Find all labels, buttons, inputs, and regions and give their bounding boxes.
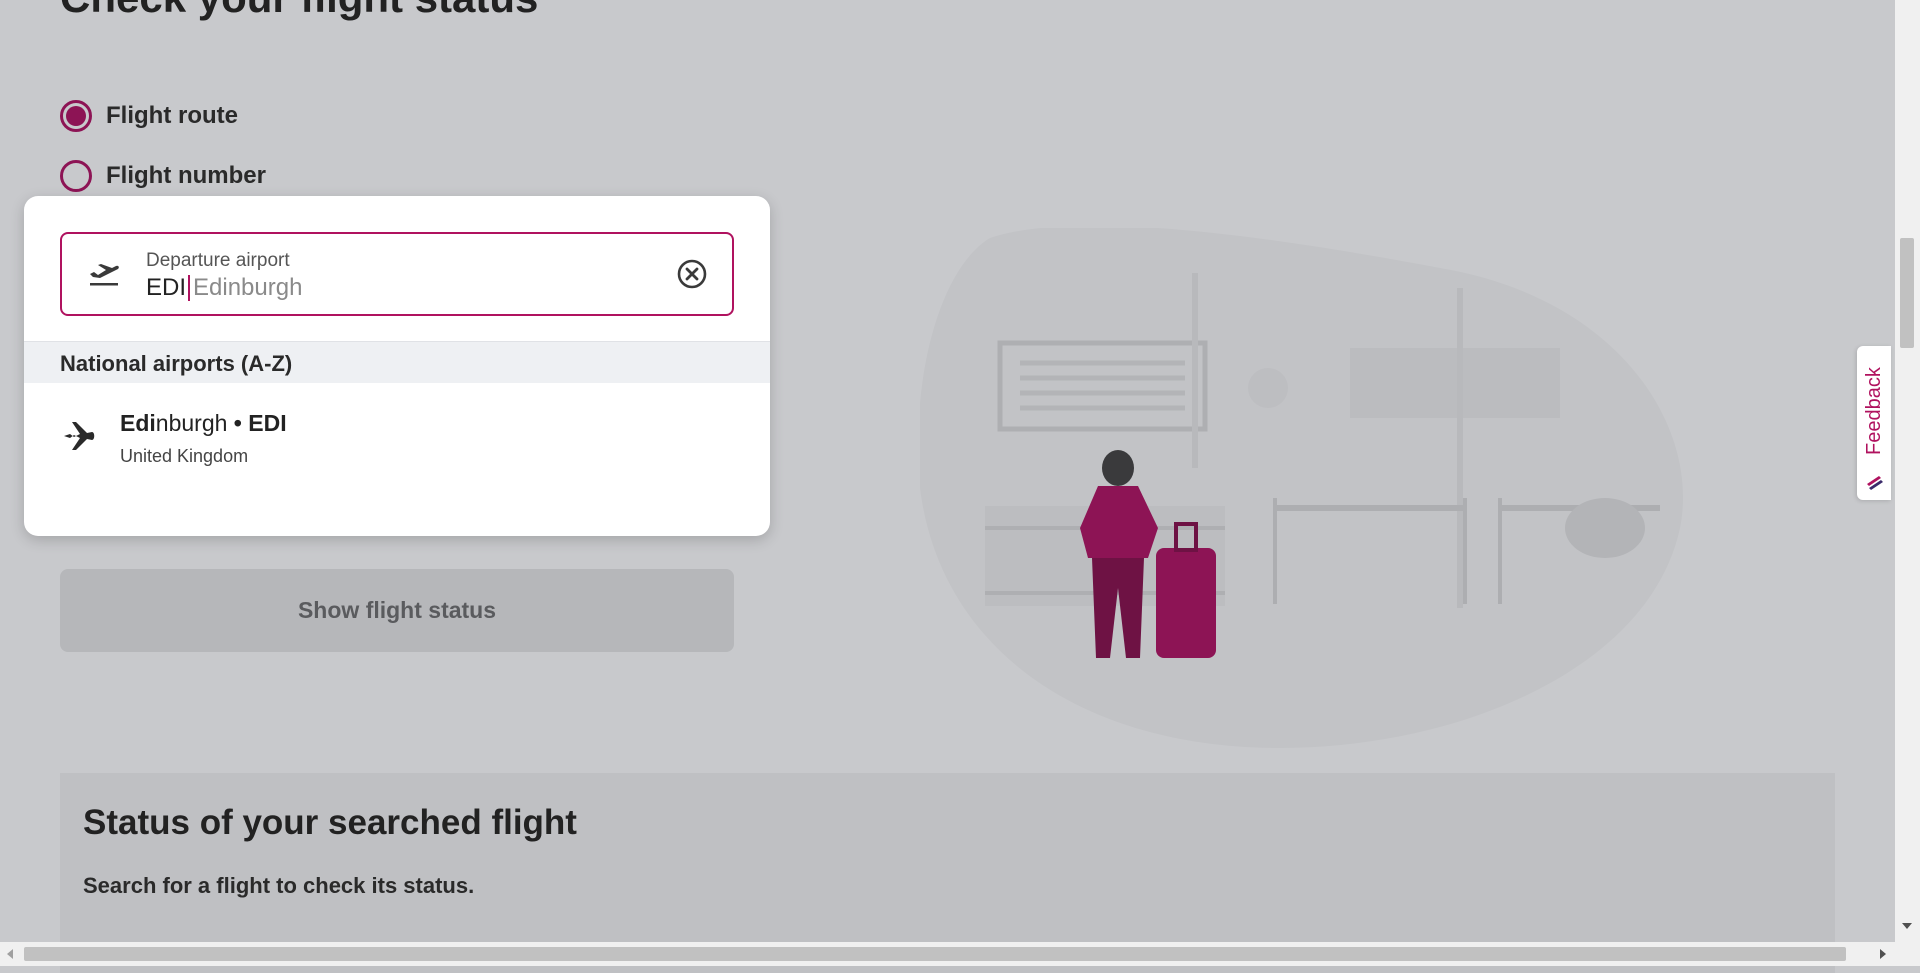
radio-selected-icon[interactable] xyxy=(60,100,92,132)
feedback-tab[interactable]: Feedback xyxy=(1857,346,1891,500)
horizontal-scrollbar[interactable] xyxy=(0,942,1920,966)
scroll-left-arrow-icon[interactable] xyxy=(7,949,13,959)
radio-flight-route[interactable]: Flight route xyxy=(60,100,238,132)
typed-value: EDI xyxy=(146,274,187,301)
scroll-down-arrow-icon[interactable] xyxy=(1902,923,1912,929)
status-section-subtitle: Search for a flight to check its status. xyxy=(83,873,475,898)
autocomplete-suggestion: Edinburgh xyxy=(193,274,303,301)
airplane-icon xyxy=(64,422,95,450)
scroll-right-arrow-icon[interactable] xyxy=(1880,949,1886,959)
feedback-label: Feedback xyxy=(1863,367,1885,455)
airport-option-country: United Kingdom xyxy=(120,446,249,466)
horizontal-scrollbar-thumb[interactable] xyxy=(24,947,1846,961)
text-caret xyxy=(188,275,191,301)
radio-flight-number-label: Flight number xyxy=(106,162,266,189)
radio-flight-number[interactable]: Flight number xyxy=(60,160,266,192)
departure-airport-input[interactable]: EDI Edinburgh xyxy=(146,274,302,302)
radio-unselected-icon[interactable] xyxy=(60,160,92,192)
airport-option-edinburgh[interactable]: Edinburgh • EDI United Kingdom xyxy=(24,396,770,476)
airport-option-name: Edinburgh • EDI xyxy=(120,410,287,436)
show-flight-status-button[interactable]: Show flight status xyxy=(60,569,734,652)
status-section-title: Status of your searched flight xyxy=(83,803,577,842)
departure-airport-field[interactable]: Departure airport EDI Edinburgh xyxy=(60,232,734,316)
national-airports-section-header: National airports (A-Z) xyxy=(24,341,770,383)
feedback-logo-icon xyxy=(1867,476,1883,490)
clear-circle-icon[interactable] xyxy=(676,258,708,290)
vertical-scrollbar[interactable] xyxy=(1895,0,1920,942)
radio-flight-route-label: Flight route xyxy=(106,102,238,129)
plane-departure-icon xyxy=(90,264,119,286)
vertical-scrollbar-thumb[interactable] xyxy=(1900,238,1914,348)
departure-airport-label: Departure airport xyxy=(146,250,290,271)
departure-airport-dropdown: Departure airport EDI Edinburgh National … xyxy=(24,196,770,536)
page-title: Check your flight status xyxy=(60,0,538,22)
airport-illustration xyxy=(920,228,1683,748)
